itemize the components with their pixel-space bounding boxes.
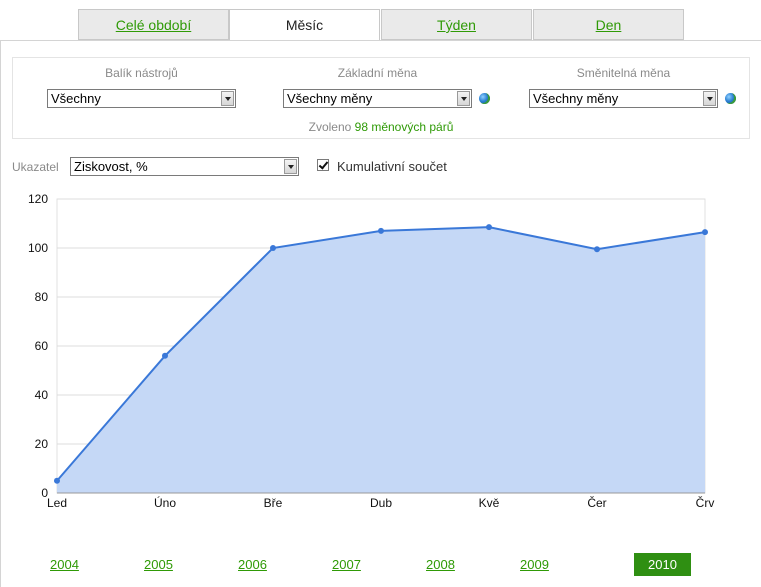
indicator-value: Ziskovost, % (74, 159, 148, 174)
x-tick-label-Led: Led (47, 496, 67, 510)
chevron-down-icon[interactable] (457, 91, 470, 106)
year-link-2009[interactable]: 2009 (520, 557, 549, 572)
base-currency-value: Všechny měny (287, 91, 373, 106)
y-tick-label-40: 40 (35, 388, 49, 402)
toolset-label: Balík nástrojů (105, 66, 178, 80)
data-point-Kvě (486, 224, 492, 231)
indicator-select[interactable]: Ziskovost, % (70, 157, 299, 176)
data-point-Čer (594, 246, 600, 253)
x-tick-label-Úno: Úno (154, 495, 176, 510)
cumulative-checkbox[interactable] (317, 159, 329, 171)
quote-currency-label: Směnitelná měna (576, 66, 671, 80)
year-link-2004[interactable]: 2004 (50, 557, 79, 572)
selected-pairs-text: Zvoleno 98 měnových párů (13, 120, 749, 134)
indicator-label: Ukazatel (12, 160, 59, 174)
x-tick-label-Črv: Črv (696, 495, 715, 510)
y-tick-label-100: 100 (28, 241, 48, 255)
base-currency-label: Základní měna (337, 66, 418, 80)
profitability-chart: 020406080100120Led Úno Bře Dub Kvě Čer Črv (28, 192, 715, 510)
chevron-down-icon[interactable] (221, 91, 234, 106)
cumulative-label: Kumulativní součet (337, 159, 447, 174)
x-tick-label-Kvě: Kvě (479, 496, 500, 510)
tab-month[interactable]: Měsíc (229, 9, 380, 41)
chevron-down-icon[interactable] (703, 91, 716, 106)
x-tick-label-Čer: Čer (587, 495, 606, 510)
tab-week[interactable]: Týden (381, 9, 532, 40)
quote-currency-value: Všechny měny (533, 91, 619, 106)
data-point-Črv (702, 229, 708, 236)
data-point-Led (54, 477, 60, 484)
x-tick-label-Bře: Bře (264, 496, 283, 510)
tab-day[interactable]: Den (533, 9, 684, 40)
y-tick-label-120: 120 (28, 192, 48, 206)
selected-pairs-count[interactable]: 98 měnových párů (355, 120, 454, 134)
y-tick-label-20: 20 (35, 437, 49, 451)
x-tick-label-Dub: Dub (370, 496, 392, 510)
globe-icon[interactable] (725, 93, 736, 104)
quote-currency-select[interactable]: Všechny měny (529, 89, 718, 108)
year-link-2010-active[interactable]: 2010 (634, 553, 691, 576)
chevron-down-icon[interactable] (284, 159, 297, 174)
year-link-2008[interactable]: 2008 (426, 557, 455, 572)
data-point-Dub (378, 227, 384, 234)
tab-all-period[interactable]: Celé období (78, 9, 229, 40)
filter-panel: Balík nástrojů Všechny Základní měna Vše… (12, 57, 750, 139)
y-tick-label-60: 60 (35, 339, 49, 353)
year-link-2006[interactable]: 2006 (238, 557, 267, 572)
data-point-Úno (162, 352, 168, 359)
y-tick-label-80: 80 (35, 290, 49, 304)
period-tabs: Celé období Měsíc Týden Den (78, 9, 686, 41)
selected-prefix: Zvoleno (308, 120, 352, 134)
year-link-2007[interactable]: 2007 (332, 557, 361, 572)
tabs-divider (0, 40, 761, 41)
year-link-2005[interactable]: 2005 (144, 557, 173, 572)
base-currency-select[interactable]: Všechny měny (283, 89, 472, 108)
data-point-Bře (270, 245, 276, 251)
globe-icon[interactable] (479, 93, 490, 104)
toolset-select[interactable]: Všechny (47, 89, 236, 108)
toolset-value: Všechny (51, 91, 101, 106)
